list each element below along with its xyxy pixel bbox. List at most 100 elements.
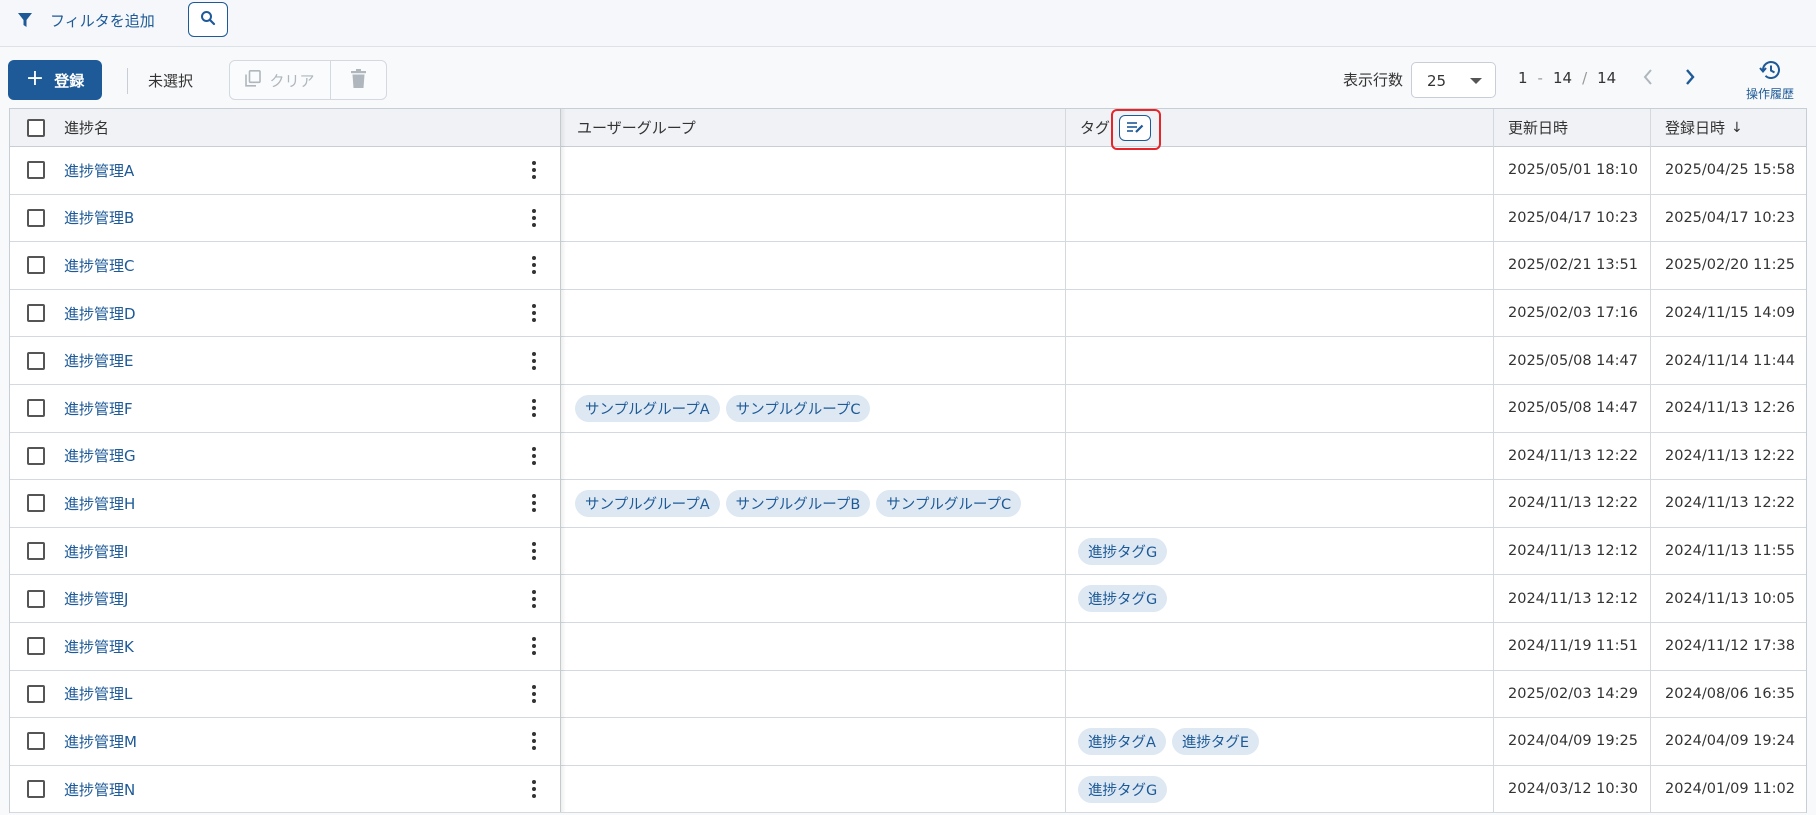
progress-name-link[interactable]: 進捗管理I xyxy=(64,541,128,562)
table-row[interactable]: 進捗管理H サンプルグループA サンプルグループB サンプルグループC 2024/11/… xyxy=(10,480,1806,528)
row-checkbox[interactable] xyxy=(27,256,45,275)
progress-name-link[interactable]: 進捗管理H xyxy=(64,493,135,514)
row-checkbox[interactable] xyxy=(27,161,45,180)
table-row[interactable]: 進捗管理D 2025/02/03 17:16 2024/11/15 14:09 xyxy=(10,289,1806,338)
column-header-user-group[interactable]: ユーザーグループ xyxy=(577,109,696,146)
add-filter-button[interactable]: フィルタを追加 xyxy=(18,8,155,32)
row-menu-button[interactable] xyxy=(532,195,536,242)
column-header-updated[interactable]: 更新日時 xyxy=(1508,109,1568,146)
rows-per-page-select[interactable]: 25 xyxy=(1411,62,1496,98)
clear-button[interactable]: クリア xyxy=(230,61,331,99)
row-menu-button[interactable] xyxy=(532,147,536,194)
table-row[interactable]: 進捗管理B 2025/04/17 10:23 2025/04/17 10:23 xyxy=(10,194,1806,243)
row-menu-button[interactable] xyxy=(532,385,536,432)
table-row[interactable]: 進捗管理M 進捗タグA 進捗タグE 2024/04/09 19:25 2024/04/0… xyxy=(10,718,1806,766)
search-button[interactable] xyxy=(188,2,228,37)
row-checkbox-cell xyxy=(27,433,45,480)
progress-name-link[interactable]: 進捗管理F xyxy=(64,398,133,419)
row-menu-button[interactable] xyxy=(532,671,536,718)
previous-page-button[interactable] xyxy=(1636,64,1660,94)
column-header-registered-label: 登録日時 xyxy=(1665,119,1726,137)
table-row[interactable]: 進捗管理E 2025/05/08 14:47 2024/11/14 11:44 xyxy=(10,337,1806,385)
progress-name-link[interactable]: 進捗管理B xyxy=(64,207,134,228)
history-label: 操作履歴 xyxy=(1745,87,1794,101)
row-updated-cell: 2024/11/13 12:12 xyxy=(1508,575,1638,622)
row-menu-button[interactable] xyxy=(532,766,536,813)
table-header-row: 進捗名 ユーザーグループ タグ 更新日時 登録日時 ↓ xyxy=(10,109,1806,147)
table-row[interactable]: 進捗管理G 2024/11/13 12:22 2024/11/13 12:22 xyxy=(10,432,1806,481)
row-menu-button[interactable] xyxy=(532,528,536,575)
progress-name-link[interactable]: 進捗管理K xyxy=(64,636,134,657)
table-row[interactable]: 進捗管理K 2024/11/19 11:51 2024/11/12 17:38 xyxy=(10,623,1806,671)
registered-datetime: 2024/11/13 11:55 xyxy=(1665,543,1795,560)
row-checkbox[interactable] xyxy=(27,542,45,561)
table-row[interactable]: 進捗管理A 2025/05/01 18:10 2025/04/25 15:58 xyxy=(10,147,1806,195)
row-checkbox[interactable] xyxy=(27,446,45,465)
row-checkbox[interactable] xyxy=(27,304,45,323)
kebab-icon xyxy=(532,161,536,180)
column-header-updated-label: 更新日時 xyxy=(1508,119,1569,137)
registered-datetime: 2024/11/14 11:44 xyxy=(1665,352,1795,369)
table-row[interactable]: 進捗管理J 進捗タグG 2024/11/13 12:12 2024/11/13 10:… xyxy=(10,575,1806,623)
history-button[interactable]: 操作履歴 xyxy=(1740,60,1800,102)
kebab-icon xyxy=(532,494,536,513)
row-menu-button[interactable] xyxy=(532,480,536,527)
progress-name-link[interactable]: 進捗管理E xyxy=(64,350,133,371)
progress-name-link[interactable]: 進捗管理D xyxy=(64,303,136,324)
row-registered-cell: 2024/04/09 19:24 xyxy=(1665,718,1795,765)
progress-name-link[interactable]: 進捗管理N xyxy=(64,779,135,800)
row-menu-button[interactable] xyxy=(532,290,536,337)
progress-name-link[interactable]: 進捗管理M xyxy=(64,731,137,752)
row-name-cell: 進捗管理C xyxy=(64,242,134,289)
row-menu-button[interactable] xyxy=(532,433,536,480)
select-all-checkbox[interactable] xyxy=(27,118,45,137)
row-name-cell: 進捗管理G xyxy=(64,433,136,480)
progress-name-link[interactable]: 進捗管理A xyxy=(64,160,134,181)
table-row[interactable]: 進捗管理F サンプルグループA サンプルグループC 2025/05/08 14:47 2… xyxy=(10,385,1806,433)
next-page-button[interactable] xyxy=(1678,64,1702,94)
row-checkbox[interactable] xyxy=(27,637,45,656)
row-checkbox[interactable] xyxy=(27,780,45,799)
row-checkbox[interactable] xyxy=(27,399,45,418)
updated-datetime: 2024/11/13 12:22 xyxy=(1508,447,1638,464)
column-header-tag[interactable]: タグ xyxy=(1080,109,1110,146)
row-checkbox[interactable] xyxy=(27,589,45,608)
row-registered-cell: 2025/02/20 11:25 xyxy=(1665,242,1795,289)
row-checkbox[interactable] xyxy=(27,684,45,703)
row-menu-button[interactable] xyxy=(532,623,536,670)
row-checkbox[interactable] xyxy=(27,208,45,227)
table-row[interactable]: 進捗管理C 2025/02/21 13:51 2025/02/20 11:25 xyxy=(10,242,1806,290)
progress-name-link[interactable]: 進捗管理L xyxy=(64,683,132,704)
row-menu-button[interactable] xyxy=(532,575,536,622)
table-row[interactable]: 進捗管理I 進捗タグG 2024/11/13 12:12 2024/11/13 11:… xyxy=(10,527,1806,576)
row-checkbox[interactable] xyxy=(27,732,45,751)
table-row[interactable]: 進捗管理L 2025/02/03 14:29 2024/08/06 16:35 xyxy=(10,670,1806,719)
register-button[interactable]: + 登録 xyxy=(8,60,102,100)
row-checkbox[interactable] xyxy=(27,494,45,513)
row-updated-cell: 2024/11/13 12:22 xyxy=(1508,480,1638,527)
row-menu-button[interactable] xyxy=(532,242,536,289)
row-name-cell: 進捗管理D xyxy=(64,290,136,337)
column-header-registered[interactable]: 登録日時 ↓ xyxy=(1665,109,1743,146)
row-registered-cell: 2025/04/17 10:23 xyxy=(1665,195,1795,242)
updated-datetime: 2025/05/08 14:47 xyxy=(1508,400,1638,417)
history-icon xyxy=(1759,60,1781,83)
row-name-cell: 進捗管理F xyxy=(64,385,133,432)
table-row[interactable]: 進捗管理N 進捗タグG 2024/03/12 10:30 2024/01/09 11:… xyxy=(10,765,1806,814)
row-menu-button[interactable] xyxy=(532,718,536,765)
row-checkbox[interactable] xyxy=(27,351,45,370)
progress-name-link[interactable]: 進捗管理G xyxy=(64,445,136,466)
user-group-chip: サンプルグループB xyxy=(725,489,871,517)
pager-dash: - xyxy=(1537,69,1543,87)
row-updated-cell: 2025/02/21 13:51 xyxy=(1508,242,1638,289)
delete-button[interactable] xyxy=(331,61,386,99)
progress-name-link[interactable]: 進捗管理J xyxy=(64,588,128,609)
row-user-group-cell: サンプルグループA サンプルグループB サンプルグループC xyxy=(575,480,1027,527)
progress-name-link[interactable]: 進捗管理C xyxy=(64,255,134,276)
row-menu-button[interactable] xyxy=(532,337,536,384)
updated-datetime: 2025/02/03 14:29 xyxy=(1508,685,1638,702)
column-header-name[interactable]: 進捗名 xyxy=(64,109,109,146)
tag-chip: 進捗タグG xyxy=(1078,537,1168,565)
pager-slash: / xyxy=(1582,69,1588,87)
row-checkbox-cell xyxy=(27,718,45,765)
